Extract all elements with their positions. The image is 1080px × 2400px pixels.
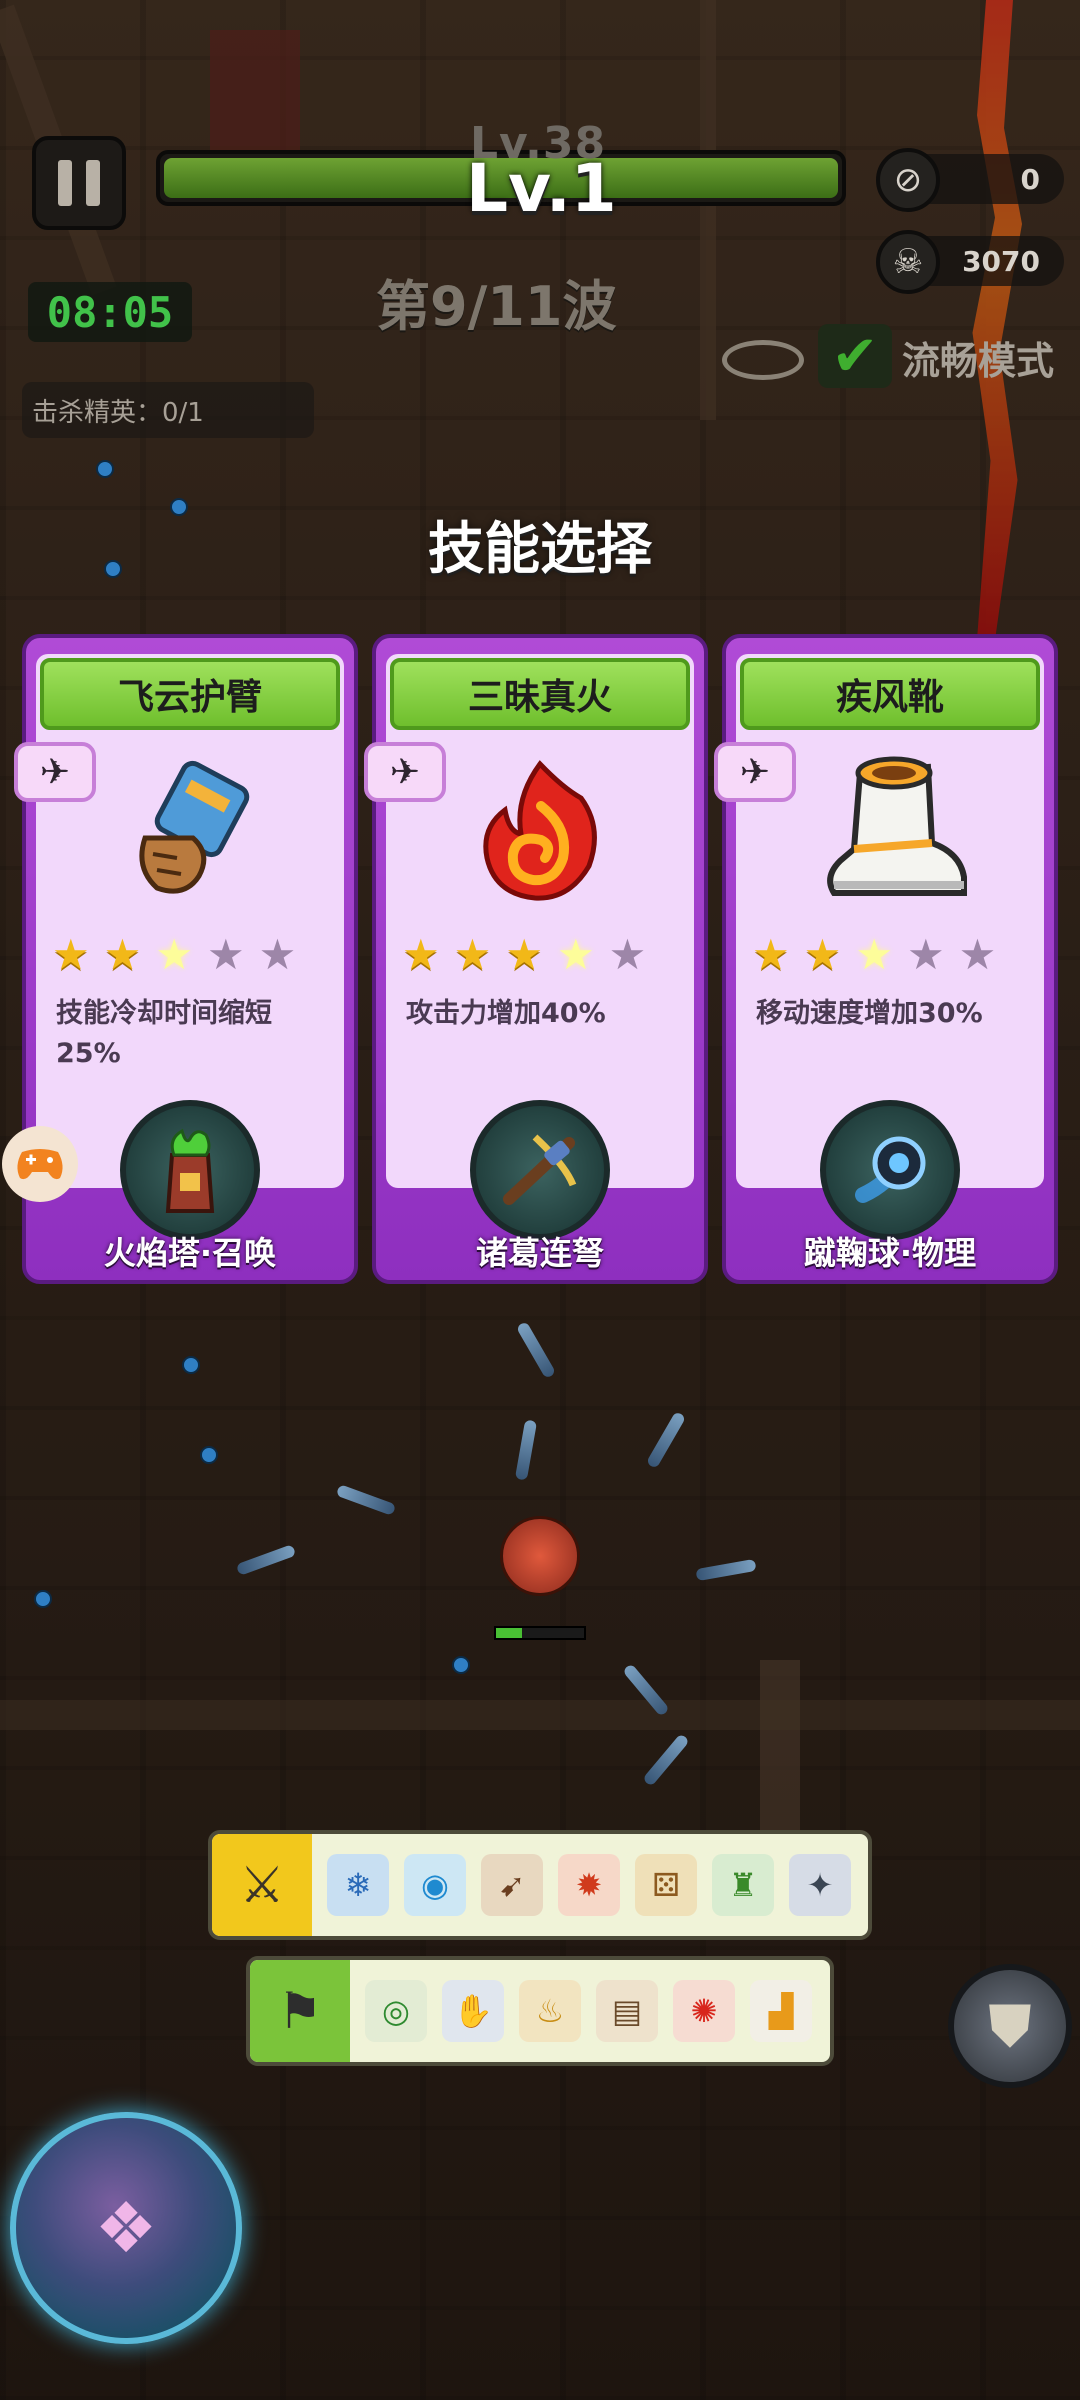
skill-card-name: 飞云护臂 <box>40 658 340 730</box>
check-icon: ✔ <box>831 323 879 389</box>
star-icon: ★ <box>103 930 142 979</box>
plane-icon: ✈ <box>739 751 771 793</box>
star-icon: ★ <box>155 930 193 979</box>
boot-icon <box>805 748 975 918</box>
pause-button[interactable] <box>32 136 126 230</box>
skill-card-3[interactable]: 疾风靴 ✈ ★ ★ ★ ★ ★ 移动速度增加30% 蹴鞠球·物理 <box>714 634 1058 1284</box>
kill-count: 3070 <box>962 244 1040 278</box>
weapon-skill-bar: ⚔ ❄ ◉ ➹ ✹ ⚄ ♜ ✦ <box>208 1830 872 1940</box>
star-icon: ★ <box>958 930 997 979</box>
skill-card-2[interactable]: 三昧真火 ✈ ★ ★ ★ ★ ★ 攻击力增加40% 诸葛连弩 <box>364 634 708 1284</box>
crossbow-icon: ➹ <box>481 1854 543 1916</box>
dice-icon: ⚄ <box>635 1854 697 1916</box>
wave-counter: 第9/11波 <box>376 275 617 338</box>
star-rating: ★ ★ ★ ★ ★ <box>402 934 646 976</box>
skill-card-name: 疾风靴 <box>740 658 1040 730</box>
star-icon: ★ <box>52 930 90 979</box>
skill-card-1[interactable]: 飞云护臂 ✈ ★ ★ ★ ★ ★ 技能冷却时间缩短25% 火焰塔·召唤 <box>14 634 358 1284</box>
skull-icon: ☠ <box>876 230 940 294</box>
golden-bowl-icon: ♨ <box>519 1980 581 2042</box>
fire-icon <box>455 748 625 918</box>
plane-icon: ✈ <box>39 751 71 793</box>
plane-icon: ✈ <box>389 751 421 793</box>
star-icon: ★ <box>608 930 647 979</box>
star-rating: ★ ★ ★ ★ ★ <box>752 934 996 976</box>
star-icon: ★ <box>556 930 595 979</box>
star-icon: ★ <box>402 930 440 979</box>
player-hp-bar <box>494 1626 586 1640</box>
player-character <box>500 1516 580 1596</box>
jade-pendant-icon: ◎ <box>365 1980 427 2042</box>
coin-icon: ⊘ <box>876 148 940 212</box>
vortex-icon: ◉ <box>404 1854 466 1916</box>
skill-card-name: 三昧真火 <box>390 658 690 730</box>
armor-icon: ⛊ <box>988 1991 1032 2060</box>
star-icon: ★ <box>803 930 842 979</box>
gauntlet-icon: ✋ <box>442 1980 504 2042</box>
star-icon: ★ <box>752 930 790 979</box>
skill-description: 移动速度增加30% <box>756 998 983 1029</box>
fire-icon: ✺ <box>673 1980 735 2042</box>
star-icon: ★ <box>258 930 297 979</box>
fire-tower-icon <box>120 1100 260 1240</box>
combo-skill-label: 火焰塔·召唤 <box>103 1234 277 1272</box>
fire-tower-icon: ♜ <box>712 1854 774 1916</box>
skill-type-tag: ✈ <box>364 742 446 802</box>
game-timer: 08:05 <box>28 282 192 342</box>
star-icon: ★ <box>453 930 492 979</box>
flame-icon: ✹ <box>558 1854 620 1916</box>
gauntlet-icon <box>105 748 275 918</box>
skill-select-title: 技能选择 <box>428 517 652 582</box>
elite-kill-counter: 击杀精英：0/1 <box>22 382 314 438</box>
armor-button[interactable]: ⛊ <box>948 1964 1072 2088</box>
star-icon: ★ <box>505 930 543 979</box>
star-rating: ★ ★ ★ ★ ★ <box>52 934 296 976</box>
combo-skill-label: 蹴鞠球·物理 <box>803 1234 977 1272</box>
shuriken-icon: ✦ <box>789 1854 851 1916</box>
passive-skill-bar: ⚑ ◎ ✋ ♨ ▤ ✺ ▟ <box>246 1956 834 2066</box>
level-label: Lv.1 <box>466 150 617 227</box>
star-icon: ★ <box>206 930 245 979</box>
smooth-mode-label[interactable]: 流畅模式 <box>902 330 1054 385</box>
coin-count: 0 <box>1020 162 1040 196</box>
boot-icon: ▟ <box>750 1980 812 2042</box>
skill-type-tag: ✈ <box>714 742 796 802</box>
ball-icon <box>820 1100 960 1240</box>
skill-description: 技能冷却时间缩短25% <box>56 998 272 1069</box>
crossbow-icon <box>470 1100 610 1240</box>
skill-type-tag: ✈ <box>14 742 96 802</box>
winged-boot-icon: ⚑ <box>250 1960 350 2062</box>
gamepad-icon[interactable] <box>2 1126 78 1202</box>
ice-shard-icon: ❄ <box>327 1854 389 1916</box>
book-icon: ▤ <box>596 1980 658 2042</box>
skill-description: 攻击力增加40% <box>406 998 606 1029</box>
star-icon: ★ <box>906 930 945 979</box>
smooth-mode-checkbox[interactable]: ✔ <box>818 323 892 389</box>
sword-shield-icon: ⚔ <box>212 1834 312 1936</box>
combo-skill-label: 诸葛连弩 <box>475 1234 604 1272</box>
smooth-mode-ring <box>722 340 804 380</box>
dragon-icon: ❖ <box>94 2187 158 2269</box>
ultimate-skill-button[interactable]: ❖ <box>10 2112 242 2344</box>
star-icon: ★ <box>855 930 893 979</box>
